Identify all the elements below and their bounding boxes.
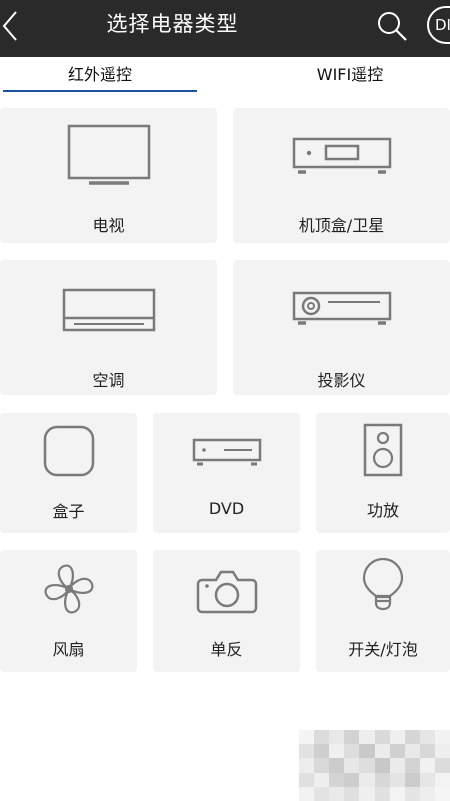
dvd-player-icon [192,438,261,466]
search-button[interactable] [376,10,408,42]
device-tile-fan[interactable]: 风扇 [0,550,137,672]
device-label: DVD [208,499,245,518]
device-label: 功放 [366,501,399,520]
active-tab-indicator [3,90,197,92]
tv-icon [67,124,150,185]
tab-wifi[interactable]: WIFI遥控 [250,57,450,97]
device-label: 开关/灯泡 [348,640,418,659]
search-icon [378,12,407,41]
device-tile-air-conditioner[interactable]: 空调 [0,260,217,395]
fan-icon [44,564,93,614]
device-label: 投影仪 [317,371,366,390]
device-label: 盒子 [52,502,85,521]
device-tile-amplifier[interactable]: 功放 [316,413,450,533]
device-label: 空调 [92,371,125,390]
tab-bar: 红外遥控 WIFI遥控 [0,57,450,97]
device-label: 风扇 [52,640,85,659]
diy-button[interactable]: DIY [427,6,450,44]
page-title: 选择电器类型 [106,12,239,36]
device-tile-tv[interactable]: 电视 [0,108,217,243]
device-tile-projector[interactable]: 投影仪 [233,260,450,395]
device-tile-dslr[interactable]: 单反 [153,550,300,672]
light-bulb-icon [362,558,404,611]
media-box-icon [43,425,94,477]
device-tile-switch-bulb[interactable]: 开关/灯泡 [316,550,450,672]
device-label: 电视 [92,216,125,235]
camera-icon [196,570,257,614]
device-tile-dvd[interactable]: DVD [153,413,300,533]
app-header: 选择电器类型 DIY [0,0,450,57]
air-conditioner-icon [62,288,155,332]
device-tile-set-top-box[interactable]: 机顶盒/卫星 [233,108,450,243]
device-label: 机顶盒/卫星 [298,216,385,235]
device-label: 单反 [210,640,243,659]
set-top-box-icon [292,137,391,174]
speaker-icon [363,423,403,477]
device-tile-media-box[interactable]: 盒子 [0,413,137,533]
pixelated-watermark [299,730,450,801]
projector-icon [292,291,391,325]
